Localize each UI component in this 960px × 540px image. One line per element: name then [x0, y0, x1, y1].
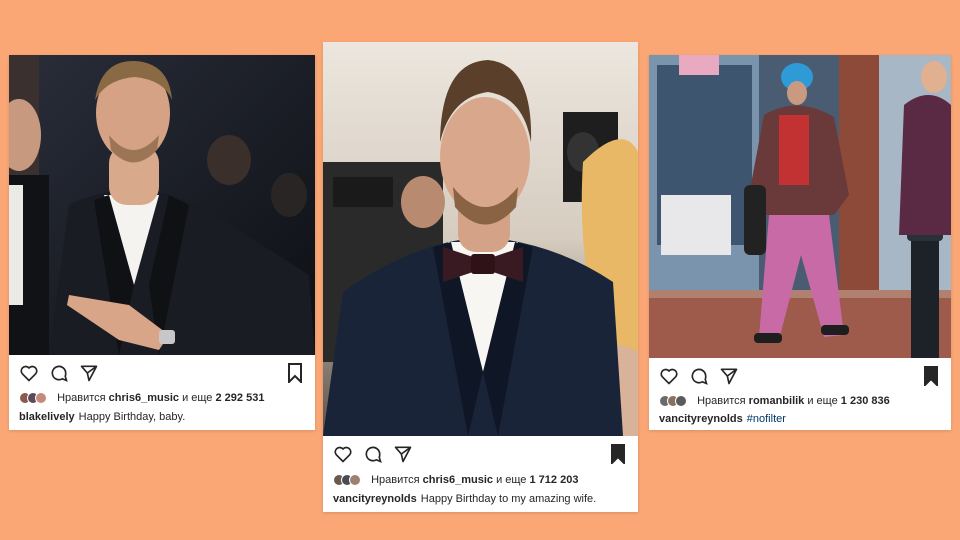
caption-text: Happy Birthday, baby.	[78, 411, 186, 423]
liker-username[interactable]: romanbilik	[749, 395, 805, 407]
photo-street-scene	[649, 55, 951, 358]
liker-username[interactable]: chris6_music	[423, 474, 493, 486]
avatar	[35, 392, 47, 405]
author-username[interactable]: vancityreynolds	[659, 413, 743, 425]
share-icon[interactable]	[719, 366, 739, 386]
post-actions-3: Нравится romanbilik и еще 1 230 836 vanc…	[649, 358, 951, 430]
liker-avatars	[333, 474, 363, 487]
likes-line-1: Нравится chris6_music и еще 2 292 531	[19, 392, 265, 405]
share-icon[interactable]	[393, 444, 413, 464]
likes-middle: и еще	[807, 395, 838, 407]
likes-prefix: Нравится	[57, 392, 106, 404]
likes-prefix: Нравится	[371, 474, 420, 486]
caption-2: vancityreynolds Happy Birthday to my amaz…	[333, 493, 596, 505]
author-username[interactable]: blakelively	[19, 411, 75, 423]
hashtag-link[interactable]: #nofilter	[747, 413, 786, 425]
likes-middle: и еще	[182, 392, 213, 404]
likes-line-2: Нравится chris6_music и еще 1 712 203	[333, 474, 579, 487]
post-photo-2[interactable]	[323, 42, 638, 436]
caption-3: vancityreynolds #nofilter	[659, 413, 786, 425]
author-username[interactable]: vancityreynolds	[333, 493, 417, 505]
bookmark-icon[interactable]	[610, 444, 626, 464]
comment-icon[interactable]	[363, 444, 383, 464]
likes-count[interactable]: 2 292 531	[216, 392, 265, 404]
post-card-1: Нравится chris6_music и еще 2 292 531 bl…	[9, 55, 315, 430]
liker-avatars	[659, 395, 689, 408]
post-actions-1: Нравится chris6_music и еще 2 292 531 bl…	[9, 355, 315, 430]
avatar	[349, 474, 361, 487]
likes-line-3: Нравится romanbilik и еще 1 230 836	[659, 395, 890, 408]
heart-icon[interactable]	[19, 363, 39, 383]
heart-icon[interactable]	[659, 366, 679, 386]
share-icon[interactable]	[79, 363, 99, 383]
post-actions-2: Нравится chris6_music и еще 1 712 203 va…	[323, 436, 638, 512]
bookmark-icon[interactable]	[923, 366, 939, 386]
comment-icon[interactable]	[689, 366, 709, 386]
bookmark-icon[interactable]	[287, 363, 303, 383]
caption-text: Happy Birthday to my amazing wife.	[420, 493, 597, 505]
heart-icon[interactable]	[333, 444, 353, 464]
post-photo-1[interactable]	[9, 55, 315, 355]
liker-avatars	[19, 392, 49, 405]
photo-man-in-tuxedo-bowtie	[323, 42, 638, 436]
likes-count[interactable]: 1 230 836	[841, 395, 890, 407]
photo-man-in-tuxedo-pointing	[9, 55, 315, 355]
liker-username[interactable]: chris6_music	[109, 392, 179, 404]
comment-icon[interactable]	[49, 363, 69, 383]
post-card-3: Нравится romanbilik и еще 1 230 836 vanc…	[649, 55, 951, 430]
avatar	[675, 395, 687, 408]
likes-middle: и еще	[496, 474, 527, 486]
caption-1: blakelively Happy Birthday, baby.	[19, 411, 185, 423]
likes-count[interactable]: 1 712 203	[530, 474, 579, 486]
post-card-2: Нравится chris6_music и еще 1 712 203 va…	[323, 42, 638, 512]
likes-prefix: Нравится	[697, 395, 746, 407]
post-photo-3[interactable]	[649, 55, 951, 358]
